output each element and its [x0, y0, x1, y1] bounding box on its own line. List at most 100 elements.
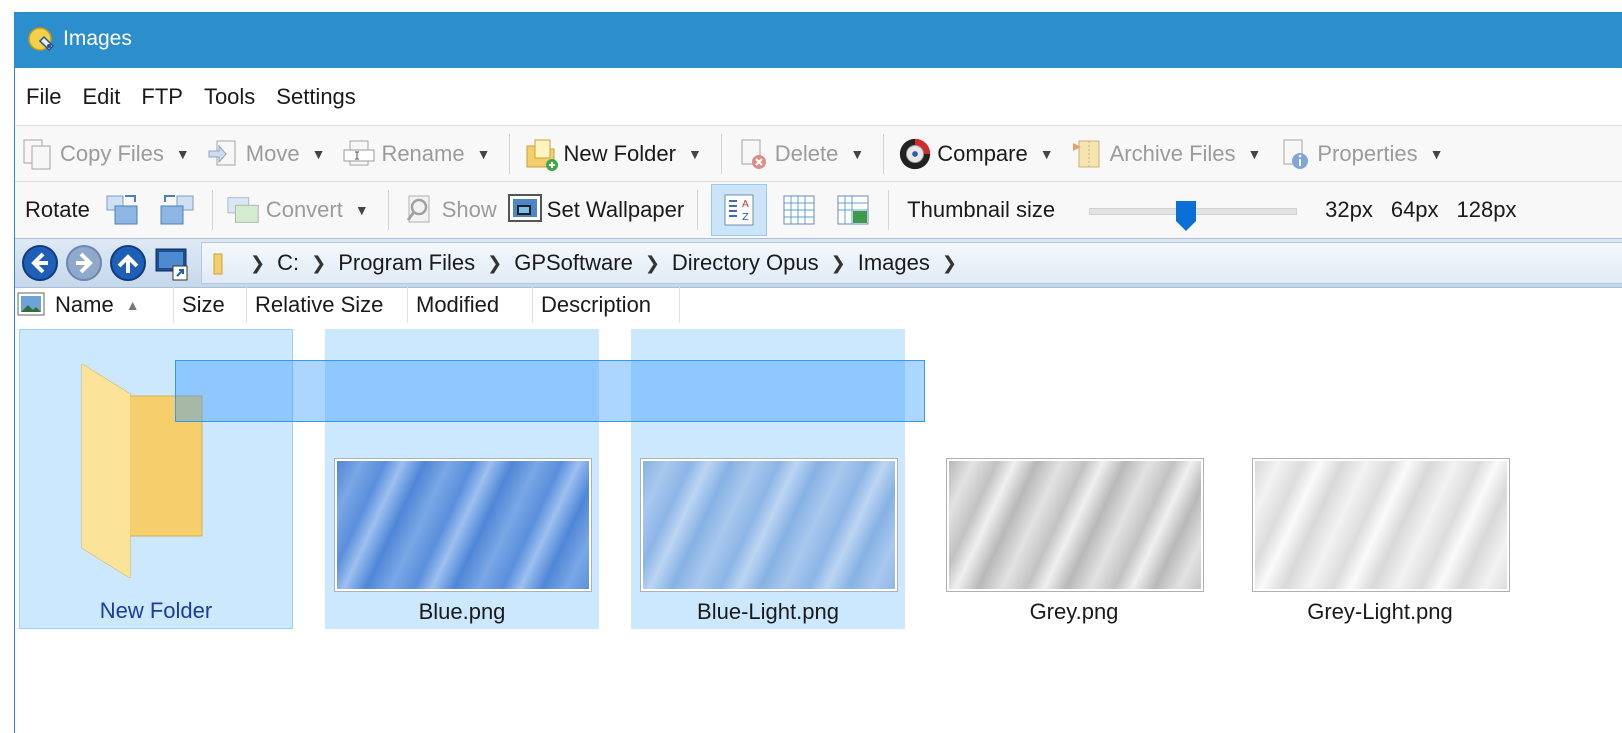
set-wallpaper-button[interactable]: Set Wallpaper: [502, 188, 689, 232]
wallpaper-icon: [507, 192, 543, 228]
chevron-down-icon[interactable]: ▼: [688, 146, 702, 162]
chevron-down-icon[interactable]: ▼: [1248, 146, 1262, 162]
chevron-right-icon[interactable]: ❯: [309, 253, 328, 274]
column-headers: Name ▲ Size Relative Size Modified Descr…: [15, 287, 680, 323]
chevron-right-icon[interactable]: ❯: [643, 253, 662, 274]
title-bar[interactable]: Images: [15, 13, 1622, 68]
menu-ftp[interactable]: FTP: [130, 84, 193, 110]
image-thumbnail: [640, 458, 898, 592]
show-icon: [402, 192, 438, 228]
chevron-down-icon[interactable]: ▼: [850, 146, 864, 162]
toolbar-separator: [883, 134, 885, 174]
rename-button[interactable]: Rename ▼: [336, 132, 501, 176]
chevron-right-icon[interactable]: ❯: [485, 253, 504, 274]
copy-files-button[interactable]: Copy Files ▼: [15, 132, 201, 176]
sort-az-icon: AZ: [724, 194, 754, 226]
window-title: Images: [63, 27, 132, 50]
navigation-bar: ❯ C: ❯ Program Files ❯ GPSoftware ❯ Dire…: [15, 238, 1622, 288]
file-name: New Folder: [99, 598, 213, 623]
rotate-right-icon: [160, 195, 194, 225]
breadcrumb[interactable]: ❯ C: ❯ Program Files ❯ GPSoftware ❯ Dire…: [201, 242, 1622, 284]
forward-arrow-icon[interactable]: [65, 244, 103, 282]
svg-text:Z: Z: [742, 212, 749, 223]
properties-button[interactable]: Properties ▼: [1272, 132, 1454, 176]
menu-bar: File Edit FTP Tools Settings: [15, 69, 1622, 125]
delete-icon: [735, 136, 771, 172]
delete-button[interactable]: Delete ▼: [730, 132, 875, 176]
menu-file[interactable]: File: [15, 84, 71, 110]
grid-view-button[interactable]: [777, 188, 821, 232]
thumbnail-size-label: Thumbnail size: [907, 197, 1056, 222]
menu-edit[interactable]: Edit: [71, 84, 130, 110]
rotate-label: Rotate: [25, 197, 90, 222]
archive-icon: [1070, 136, 1106, 172]
image-view-icon[interactable]: [17, 290, 47, 320]
file-name: Blue-Light.png: [697, 599, 839, 624]
svg-text:A: A: [742, 199, 749, 210]
rotate-right-button[interactable]: [155, 188, 199, 232]
sort-ascending-icon: ▲: [125, 297, 140, 313]
file-item-grey-light[interactable]: Grey-Light.png: [1243, 329, 1517, 629]
move-icon: [206, 136, 242, 172]
image-thumbnail: [946, 458, 1204, 592]
breadcrumb-program-files[interactable]: Program Files: [328, 250, 485, 276]
toolbar-separator: [697, 190, 699, 230]
toolbar-separator: [509, 134, 511, 174]
breadcrumb-gpsoftware[interactable]: GPSoftware: [504, 250, 643, 276]
size-option-64[interactable]: 64px: [1391, 197, 1439, 223]
rotate-left-button[interactable]: [101, 188, 145, 232]
chevron-right-icon[interactable]: ❯: [829, 253, 848, 274]
file-item-grey[interactable]: Grey.png: [937, 329, 1211, 629]
main-toolbar: Copy Files ▼ Move ▼ Rename ▼ New Folder …: [15, 125, 1622, 182]
compare-button[interactable]: Compare ▼: [892, 132, 1064, 176]
file-name: Grey.png: [1029, 599, 1119, 624]
explorer-window: Images File Edit FTP Tools Settings Copy…: [14, 12, 1622, 733]
chevron-down-icon[interactable]: ▼: [355, 202, 369, 218]
new-folder-icon: [523, 136, 559, 172]
folder-icon: [213, 253, 223, 275]
archive-files-button[interactable]: Archive Files ▼: [1065, 132, 1273, 176]
sort-view-button[interactable]: AZ: [711, 184, 768, 236]
toolbar-separator: [387, 190, 389, 230]
slider-thumb[interactable]: [1175, 200, 1197, 232]
column-modified[interactable]: Modified: [408, 287, 533, 323]
directory-opus-icon: [28, 27, 55, 52]
breadcrumb-images[interactable]: Images: [848, 250, 940, 276]
breadcrumb-c-drive[interactable]: C:: [267, 250, 309, 276]
properties-icon: [1277, 136, 1313, 172]
menu-settings[interactable]: Settings: [265, 84, 366, 110]
selection-marquee: [175, 360, 925, 422]
image-thumbnail: [334, 458, 592, 592]
column-name[interactable]: Name ▲: [47, 287, 174, 323]
column-relative-size[interactable]: Relative Size: [247, 287, 408, 323]
menu-tools[interactable]: Tools: [193, 84, 265, 110]
size-option-32[interactable]: 32px: [1325, 197, 1373, 223]
image-thumbnail: [1252, 458, 1510, 592]
compare-icon: [897, 136, 933, 172]
column-description[interactable]: Description: [533, 287, 680, 323]
grid-icon: [783, 195, 815, 225]
thumbnail-view-button[interactable]: [831, 188, 875, 232]
desktop-shortcut-icon[interactable]: [153, 244, 191, 282]
new-folder-button[interactable]: New Folder ▼: [518, 132, 712, 176]
breadcrumb-directory-opus[interactable]: Directory Opus: [662, 250, 829, 276]
rotate-left-icon: [106, 195, 138, 225]
chevron-down-icon[interactable]: ▼: [1040, 146, 1054, 162]
thumbnail-size-slider[interactable]: [1089, 200, 1298, 231]
chevron-down-icon[interactable]: ▼: [1430, 146, 1444, 162]
move-button[interactable]: Move ▼: [201, 132, 337, 176]
image-toolbar: Rotate Convert ▼ Show Set Wallpaper A Z …: [15, 181, 1622, 238]
rename-icon: [341, 136, 377, 172]
back-arrow-icon[interactable]: [21, 244, 59, 282]
chevron-right-icon[interactable]: ❯: [248, 253, 267, 274]
column-size[interactable]: Size: [174, 287, 247, 323]
size-option-128[interactable]: 128px: [1457, 197, 1517, 223]
chevron-down-icon[interactable]: ▼: [176, 146, 190, 162]
chevron-down-icon[interactable]: ▼: [312, 146, 326, 162]
chevron-down-icon[interactable]: ▼: [477, 146, 491, 162]
convert-icon: [226, 192, 262, 228]
convert-button[interactable]: Convert ▼: [221, 188, 380, 232]
show-button[interactable]: Show: [397, 188, 502, 232]
up-arrow-icon[interactable]: [109, 244, 147, 282]
chevron-right-icon[interactable]: ❯: [940, 253, 959, 274]
